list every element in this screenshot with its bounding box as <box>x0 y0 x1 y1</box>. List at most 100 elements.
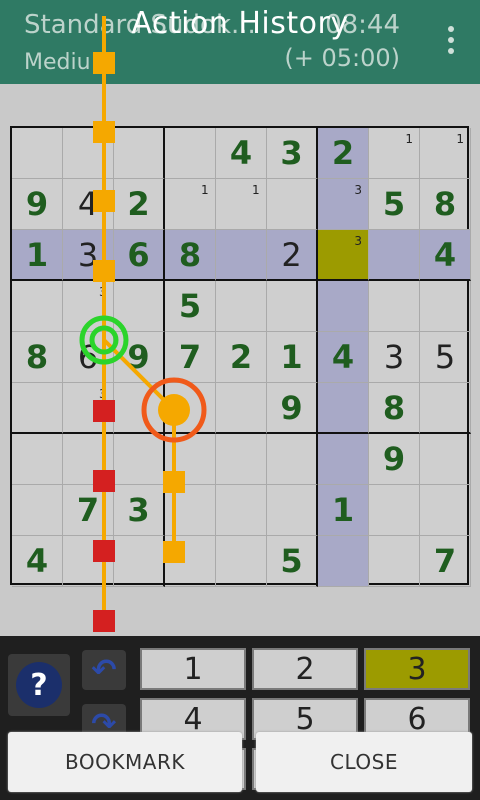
board-cell[interactable]: 7 <box>420 536 471 587</box>
board-cell[interactable] <box>12 128 63 179</box>
help-button[interactable]: ? <box>8 654 70 716</box>
number-key-1[interactable]: 1 <box>140 648 246 690</box>
board-cell[interactable]: 8 <box>12 332 63 383</box>
board-cell[interactable] <box>420 383 471 434</box>
board-cell[interactable]: 3 <box>318 179 369 230</box>
board-cell[interactable] <box>420 485 471 536</box>
board-cell[interactable] <box>318 281 369 332</box>
board-cell[interactable]: 5 <box>420 332 471 383</box>
board-cell[interactable]: 3 <box>63 383 114 434</box>
board-cell[interactable]: 5 <box>165 281 216 332</box>
board-cell[interactable] <box>216 281 267 332</box>
board-cell[interactable] <box>318 383 369 434</box>
board-cell[interactable]: 9 <box>369 434 420 485</box>
pencil-mark: 1 <box>252 183 260 197</box>
board-cell[interactable] <box>267 179 318 230</box>
cell-value: 2 <box>331 134 355 172</box>
board-cell[interactable]: 2 <box>318 128 369 179</box>
board-cell[interactable]: 1 <box>369 128 420 179</box>
board-cell[interactable]: 1 <box>216 179 267 230</box>
board-cell[interactable] <box>216 230 267 281</box>
board-cell[interactable] <box>420 434 471 485</box>
cell-value: 7 <box>178 338 202 376</box>
board-cell[interactable]: 4 <box>420 230 471 281</box>
board-cell[interactable]: 2 <box>267 230 318 281</box>
board-cell[interactable] <box>318 536 369 587</box>
board-cell[interactable] <box>12 485 63 536</box>
board-cell[interactable] <box>12 383 63 434</box>
board-cell[interactable]: 3 <box>63 281 114 332</box>
board-cell[interactable]: 2 <box>114 179 165 230</box>
board-cell[interactable]: 3 <box>267 128 318 179</box>
close-button[interactable]: CLOSE <box>256 732 472 792</box>
board-cell[interactable] <box>63 128 114 179</box>
board-cell[interactable]: 3 <box>114 485 165 536</box>
board-cell[interactable]: 9 <box>114 332 165 383</box>
board-cell[interactable]: 8 <box>420 179 471 230</box>
board-cell[interactable]: 1 <box>318 485 369 536</box>
board-cell[interactable] <box>114 434 165 485</box>
board-cell[interactable] <box>12 281 63 332</box>
board-cell[interactable]: 4 <box>216 128 267 179</box>
board-cell[interactable] <box>165 383 216 434</box>
board-cell[interactable]: 8 <box>369 383 420 434</box>
cell-value: 5 <box>178 287 202 325</box>
board-cell[interactable]: 1 <box>420 128 471 179</box>
cell-value: 5 <box>434 338 456 376</box>
board-cell[interactable]: 2 <box>216 332 267 383</box>
undo-button[interactable]: ↶ <box>82 650 126 690</box>
board-cell[interactable]: 7 <box>165 332 216 383</box>
board-cell[interactable] <box>12 434 63 485</box>
board-cell[interactable] <box>369 281 420 332</box>
number-key-2[interactable]: 2 <box>252 648 358 690</box>
board-cell[interactable] <box>114 383 165 434</box>
number-key-3[interactable]: 3 <box>364 648 470 690</box>
board-cell[interactable]: 6 <box>114 230 165 281</box>
board-cell[interactable] <box>216 485 267 536</box>
board-cell[interactable] <box>318 434 369 485</box>
board-cell[interactable] <box>369 485 420 536</box>
board-cell[interactable]: 1 <box>165 179 216 230</box>
board-cell[interactable] <box>63 434 114 485</box>
board-cell[interactable]: 4 <box>318 332 369 383</box>
board-cell[interactable]: 4 <box>12 536 63 587</box>
board-cell[interactable] <box>267 281 318 332</box>
board-cell[interactable]: 3 <box>369 332 420 383</box>
board-cell[interactable]: 5 <box>369 179 420 230</box>
board-cell[interactable]: 7 <box>63 485 114 536</box>
board-cell[interactable] <box>216 536 267 587</box>
board-cell[interactable]: 1 <box>12 230 63 281</box>
pencil-mark: 3 <box>354 183 362 197</box>
board-cell[interactable] <box>369 536 420 587</box>
board-cell[interactable] <box>216 383 267 434</box>
board-cell[interactable] <box>216 434 267 485</box>
board-cell[interactable] <box>267 434 318 485</box>
board-cell[interactable]: 4 <box>63 179 114 230</box>
board-cell[interactable] <box>63 536 114 587</box>
board-cell[interactable] <box>267 485 318 536</box>
board-cell[interactable] <box>165 536 216 587</box>
board-cell[interactable] <box>114 281 165 332</box>
cell-value: 1 <box>280 338 303 376</box>
board-cell[interactable] <box>165 128 216 179</box>
sudoku-board[interactable]: 4321194211358136823435869721435398973145… <box>10 126 471 587</box>
board-cell[interactable]: 3 <box>318 230 369 281</box>
board-cell[interactable]: 9 <box>267 383 318 434</box>
cell-value: 3 <box>280 134 303 172</box>
board-cell[interactable]: 8 <box>165 230 216 281</box>
board-cell[interactable]: 5 <box>267 536 318 587</box>
board-cell[interactable] <box>114 536 165 587</box>
board-cell[interactable] <box>420 281 471 332</box>
board-cell[interactable]: 6 <box>63 332 114 383</box>
board-cell[interactable] <box>165 434 216 485</box>
action-history-title: Action History <box>131 6 349 41</box>
board-cell[interactable]: 1 <box>267 332 318 383</box>
bookmark-button[interactable]: BOOKMARK <box>8 732 242 792</box>
board-cell[interactable]: 9 <box>12 179 63 230</box>
board-cell[interactable] <box>114 128 165 179</box>
cell-value: 8 <box>25 338 49 376</box>
board-cell[interactable] <box>369 230 420 281</box>
board-cell[interactable]: 3 <box>63 230 114 281</box>
board-cell[interactable] <box>165 485 216 536</box>
cell-value: 1 <box>25 235 49 274</box>
